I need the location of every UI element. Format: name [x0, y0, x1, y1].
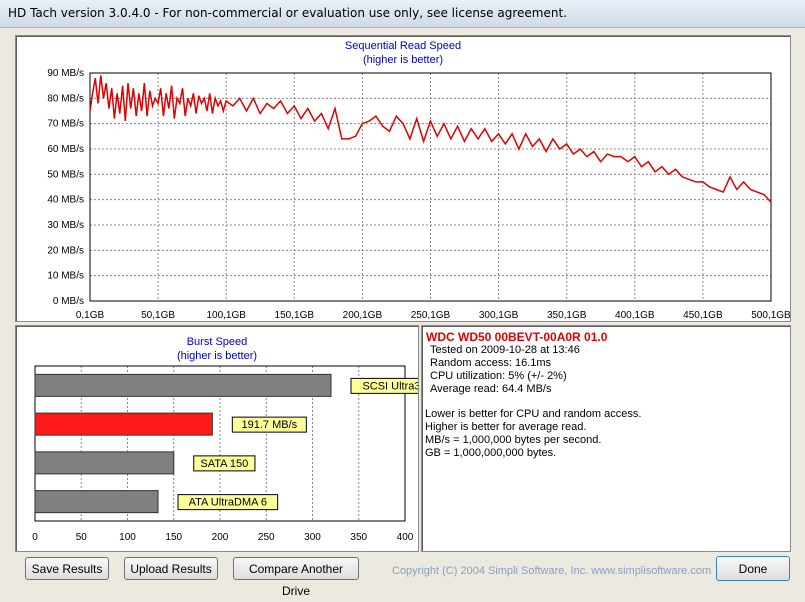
burst-bar-label: 191.7 MB/s [242, 419, 298, 431]
seq-x-tick-label: 500,1GB [751, 310, 790, 321]
random-access: Random access: 16.1ms [430, 357, 552, 369]
burst-x-tick-label: 250 [258, 532, 275, 543]
seq-x-tick-label: 250,1GB [411, 310, 451, 321]
sequential-read-panel: Sequential Read Speed (higher is better)… [15, 35, 791, 322]
seq-x-tick-label: 150,1GB [275, 310, 315, 321]
drive-name: WDC WD50 00BEVT-00A0R 01.0 [426, 330, 608, 344]
done-button[interactable]: Done [716, 556, 790, 581]
copyright-text: Copyright (C) 2004 Simpli Software, Inc.… [392, 565, 712, 577]
burst-speed-panel: Burst Speed (higher is better) 0 50 100 150… [15, 325, 419, 552]
burst-x-tick-label: 50 [76, 532, 88, 543]
seq-y-tick-label: 70 MB/s [47, 119, 84, 130]
title-bar: HD Tach version 3.0.4.0 - For non-commer… [0, 0, 805, 28]
save-results-button[interactable]: Save Results [25, 557, 109, 580]
burst-bar [34, 451, 175, 475]
seq-y-tick-label: 0 MB/s [53, 296, 84, 307]
burst-x-tick-label: 0 [32, 532, 38, 543]
seq-y-tick-label: 20 MB/s [47, 245, 84, 256]
burst-x-tick-label: 400 [397, 532, 414, 543]
burst-speed-chart: 0 50 100 150 200 250 300 350 400 SCSI Ultra320 191… [32, 365, 418, 543]
seq-y-tick-label: 40 MB/s [47, 195, 84, 206]
seq-y-tick-label: 80 MB/s [47, 93, 84, 104]
seq-x-tick-label: 0,1GB [76, 310, 105, 321]
seq-y-tick-label: 10 MB/s [47, 271, 84, 282]
seq-x-tick-label: 200,1GB [343, 310, 383, 321]
tested-on: Tested on 2009-10-28 at 13:46 [430, 344, 580, 356]
note-mbs: MB/s = 1,000,000 bytes per second. [425, 434, 602, 446]
cpu-utilization: CPU utilization: 5% (+/- 2%) [430, 370, 567, 382]
burst-x-tick-label: 150 [165, 532, 182, 543]
drive-info-panel: WDC WD50 00BEVT-00A0R 01.0 Tested on 200… [421, 325, 791, 552]
seq-y-tick-label: 90 MB/s [47, 68, 84, 79]
seq-x-tick-label: 100,1GB [206, 310, 246, 321]
burst-bar-label: SATA 150 [200, 458, 248, 470]
burst-bar-label: ATA UltraDMA 6 [189, 497, 267, 509]
seq-x-tick-label: 400,1GB [615, 310, 655, 321]
seq-y-tick-label: 30 MB/s [47, 220, 84, 231]
note-average: Higher is better for average read. [425, 421, 587, 433]
seq-x-tick-label: 450,1GB [683, 310, 723, 321]
burst-x-tick-label: 200 [212, 532, 229, 543]
burst-bar [34, 490, 159, 514]
seq-x-tick-label: 300,1GB [479, 310, 519, 321]
burst-bar [34, 373, 332, 397]
sequential-read-chart: 0 MB/s 10 MB/s 20 MB/s 30 MB/s 40 MB/s 50 MB/… [47, 68, 790, 321]
seq-x-tick-label: 350,1GB [547, 310, 587, 321]
burst-x-tick-label: 350 [350, 532, 367, 543]
window-title: HD Tach version 3.0.4.0 - For non-commer… [8, 6, 567, 20]
note-cpu: Lower is better for CPU and random acces… [425, 408, 642, 420]
seq-y-tick-label: 50 MB/s [47, 169, 84, 180]
burst-bar-label: SCSI Ultra320 [362, 380, 418, 392]
note-gb: GB = 1,000,000,000 bytes. [425, 447, 557, 459]
burst-bar [34, 412, 213, 436]
burst-x-tick-label: 300 [304, 532, 321, 543]
average-read: Average read: 64.4 MB/s [430, 383, 552, 395]
seq-y-tick-label: 60 MB/s [47, 144, 84, 155]
burst-x-tick-label: 100 [119, 532, 136, 543]
compare-another-drive-button[interactable]: Compare Another Drive [233, 557, 359, 598]
upload-results-button[interactable]: Upload Results [124, 557, 218, 580]
seq-x-tick-label: 50,1GB [141, 310, 175, 321]
